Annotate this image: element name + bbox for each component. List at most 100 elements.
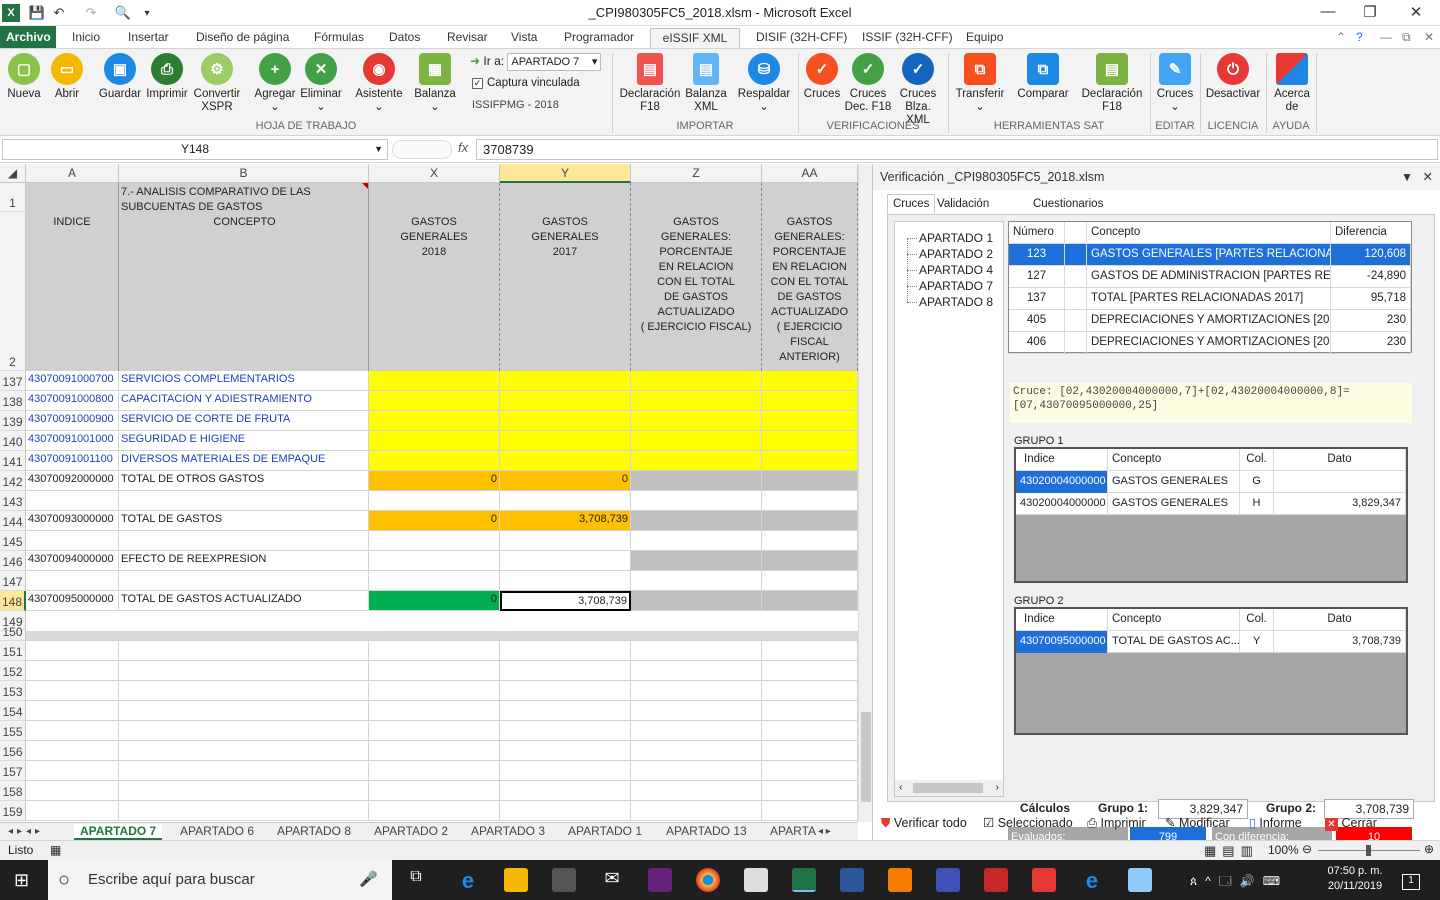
- cell-x[interactable]: [369, 571, 500, 591]
- min-workbook-icon[interactable]: —: [1374, 28, 1398, 48]
- cell-y[interactable]: 0: [500, 471, 631, 491]
- close-button[interactable]: ✕: [1404, 3, 1428, 23]
- cell-aa[interactable]: [762, 551, 858, 571]
- cell-a[interactable]: 43070095000000: [26, 591, 119, 611]
- agregar-button[interactable]: + Agregar ⌄: [252, 53, 298, 114]
- outlook-icon[interactable]: [888, 868, 912, 892]
- cruce-row[interactable]: 405 DEPRECIACIONES Y AMORTIZACIONES [2017…: [1009, 310, 1411, 332]
- cell-z[interactable]: [631, 411, 762, 431]
- row-header[interactable]: 137: [0, 371, 26, 391]
- empty-cell[interactable]: [762, 741, 858, 761]
- empty-cell[interactable]: [369, 641, 500, 661]
- empty-cell[interactable]: [500, 741, 631, 761]
- cell-b[interactable]: SERVICIOS COMPLEMENTARIOS: [119, 371, 369, 391]
- empty-cell[interactable]: [369, 761, 500, 781]
- cell-b[interactable]: EFECTO DE REEXPRESION: [119, 551, 369, 571]
- empty-cell[interactable]: [369, 781, 500, 801]
- sheet-tab-apartado-13[interactable]: APARTADO 13: [660, 824, 753, 840]
- sheet-tab-apartado-6[interactable]: APARTADO 6: [174, 824, 260, 840]
- row-header[interactable]: 142: [0, 471, 26, 491]
- grupo-2-table[interactable]: Indice Concepto Col. Dato 43070095000000 TOTA…: [1014, 607, 1408, 735]
- zoom-in-icon[interactable]: ⊕: [1424, 842, 1434, 856]
- cell-aa[interactable]: [762, 471, 858, 491]
- imprimir-pane-button[interactable]: ⎙ Imprimir: [1087, 814, 1146, 832]
- group-col-concepto[interactable]: Concepto: [1108, 449, 1240, 471]
- macro-record-icon[interactable]: ▦: [50, 843, 61, 857]
- empty-cell[interactable]: [369, 661, 500, 681]
- row-header[interactable]: 150: [0, 625, 26, 641]
- col-numero[interactable]: Número: [1009, 222, 1065, 244]
- empty-cell[interactable]: [119, 801, 369, 821]
- desactivar-button[interactable]: ⏻ Desactivar: [1204, 53, 1262, 101]
- tab-vista[interactable]: Vista: [505, 28, 543, 48]
- horizontal-scroll-icon[interactable]: ◂ ▸: [812, 824, 837, 840]
- name-box[interactable]: Y148 ▼: [2, 139, 388, 160]
- cruces-dec-f18-button[interactable]: ✓ Cruces Dec. F18: [844, 53, 892, 114]
- cell-aa[interactable]: [762, 391, 858, 411]
- tree-hscroll-thumb[interactable]: [913, 783, 983, 793]
- cell-y[interactable]: [500, 491, 631, 511]
- comparar-button[interactable]: ⧉ Comparar: [1016, 53, 1070, 101]
- apartado-tree[interactable]: APARTADO 1 APARTADO 2 APARTADO 4 APARTAD…: [894, 221, 1004, 797]
- tab-equipo[interactable]: Equipo: [960, 28, 1009, 48]
- cell-a[interactable]: [26, 491, 119, 511]
- empty-cell[interactable]: [119, 721, 369, 741]
- cell-b[interactable]: CAPACITACION Y ADIESTRAMIENTO: [119, 391, 369, 411]
- pane-menu-icon[interactable]: ▼: [1401, 164, 1413, 190]
- app-icon[interactable]: [936, 868, 960, 892]
- cell-b[interactable]: [119, 491, 369, 511]
- zoom-out-icon[interactable]: ⊖: [1302, 842, 1312, 856]
- cell-z[interactable]: [631, 491, 762, 511]
- column-header-x[interactable]: X: [369, 164, 500, 183]
- cell-b[interactable]: DIVERSOS MATERIALES DE EMPAQUE: [119, 451, 369, 471]
- cell-y[interactable]: [500, 451, 631, 471]
- cell-x[interactable]: [369, 531, 500, 551]
- pane-close-icon[interactable]: ✕: [1423, 164, 1433, 190]
- app-icon[interactable]: [744, 868, 768, 892]
- group-row[interactable]: 43020004000000 GASTOS GENERALES H 3,829,347: [1016, 493, 1406, 515]
- cruce-row[interactable]: 123 GASTOS GENERALES [PARTES RELACIONADA.…: [1009, 244, 1411, 266]
- empty-cell[interactable]: [369, 681, 500, 701]
- empty-cell[interactable]: [26, 661, 119, 681]
- empty-cell[interactable]: [26, 761, 119, 781]
- grupo-1-table[interactable]: Indice Concepto Col. Dato 43020004000000 GAST…: [1014, 447, 1408, 583]
- cell-a[interactable]: 43070091000700: [26, 371, 119, 391]
- empty-cell[interactable]: [762, 681, 858, 701]
- tree-hscroll[interactable]: ‹ ›: [895, 780, 1003, 796]
- row-header[interactable]: 152: [0, 661, 26, 681]
- cell-b[interactable]: TOTAL DE GASTOS: [119, 511, 369, 531]
- cell-z[interactable]: [631, 531, 762, 551]
- empty-cell[interactable]: [369, 741, 500, 761]
- help-icon[interactable]: ?: [1350, 28, 1369, 48]
- app-icon[interactable]: [1128, 868, 1152, 892]
- group-col-concepto[interactable]: Concepto: [1108, 609, 1240, 631]
- cell-x[interactable]: [369, 451, 500, 471]
- empty-cell[interactable]: [369, 701, 500, 721]
- cell-a[interactable]: [26, 531, 119, 551]
- filezilla-icon[interactable]: [984, 868, 1008, 892]
- cruce-row[interactable]: 406 DEPRECIACIONES Y AMORTIZACIONES [2017…: [1009, 332, 1411, 354]
- empty-cell[interactable]: [26, 741, 119, 761]
- tree-item-apartado-8[interactable]: APARTADO 8: [906, 294, 993, 310]
- scroll-right-icon[interactable]: ›: [996, 780, 999, 796]
- sheet-tab-apartado-3[interactable]: APARTADO 3: [465, 824, 551, 840]
- cell-a[interactable]: [26, 571, 119, 591]
- cell-x[interactable]: [369, 491, 500, 511]
- verificar-todo-button[interactable]: ⛊ Verificar todo: [881, 814, 967, 832]
- tree-item-apartado-2[interactable]: APARTADO 2: [906, 246, 993, 262]
- row-header[interactable]: 138: [0, 391, 26, 411]
- row-header[interactable]: 148: [0, 591, 26, 611]
- taskbar-search-input[interactable]: ○ Escribe aquí para buscar 🎤: [48, 860, 392, 900]
- cell-aa[interactable]: [762, 491, 858, 511]
- empty-cell[interactable]: [500, 661, 631, 681]
- group-col-dato[interactable]: Dato: [1274, 609, 1406, 631]
- cell-a[interactable]: 43070091001000: [26, 431, 119, 451]
- col-diferencia[interactable]: Diferencia: [1331, 222, 1411, 244]
- internet-explorer-icon[interactable]: e: [1080, 868, 1104, 893]
- tab-datos[interactable]: Datos: [383, 28, 426, 48]
- abrir-button[interactable]: ▭ Abrir: [48, 53, 86, 101]
- empty-cell[interactable]: [26, 801, 119, 821]
- empty-cell[interactable]: [631, 801, 762, 821]
- convertir-xspr-button[interactable]: ⚙ Convertir XSPR: [192, 53, 242, 114]
- microphone-icon[interactable]: 🎤: [359, 860, 378, 900]
